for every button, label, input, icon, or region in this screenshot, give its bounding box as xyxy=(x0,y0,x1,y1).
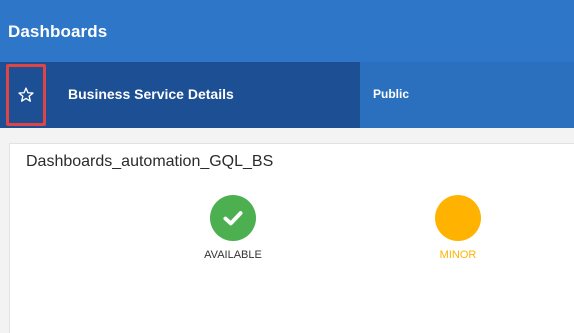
available-status-circle xyxy=(210,195,256,241)
panel-title: Dashboards_automation_GQL_BS xyxy=(26,153,274,170)
star-outline-icon xyxy=(18,87,34,102)
available-label: AVAILABLE xyxy=(204,249,262,261)
status-available: AVAILABLE xyxy=(193,195,273,261)
status-minor: MINOR xyxy=(418,195,498,261)
visibility-label: Public xyxy=(373,87,410,101)
minor-label: MINOR xyxy=(439,249,477,261)
page-title: Dashboards xyxy=(8,22,108,41)
dashboard-panel: Dashboards_automation_GQL_BS AVAILABLE M… xyxy=(9,143,574,333)
circle-icon xyxy=(435,195,481,241)
business-service-bar: Business Service Details Public xyxy=(0,62,574,128)
checkmark-icon xyxy=(223,211,243,226)
favorite-star-button[interactable] xyxy=(6,64,46,126)
dashboard-frame: Dashboards Business Service Details Publ… xyxy=(0,0,574,333)
dashboards-header: Dashboards xyxy=(0,0,574,62)
service-name: Business Service Details xyxy=(68,86,234,102)
